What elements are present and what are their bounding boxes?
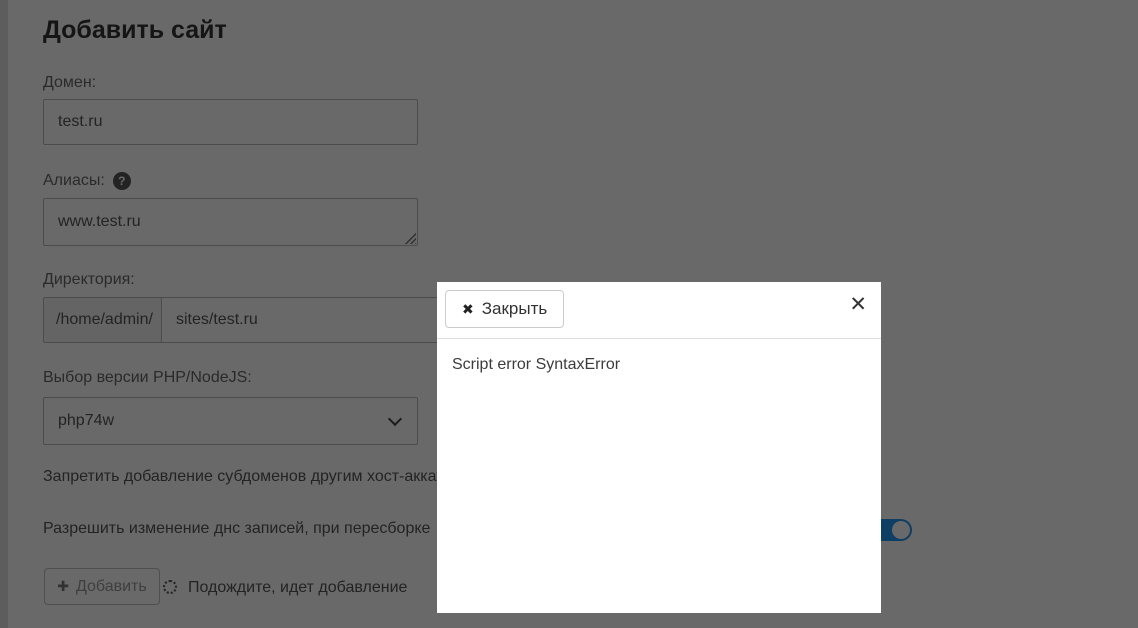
- modal-corner-close-icon[interactable]: ✕: [849, 294, 867, 315]
- modal-close-button-label: Закрыть: [481, 299, 548, 318]
- modal-body: Script error SyntaxError: [437, 339, 881, 391]
- close-x-icon: ✖: [462, 300, 474, 317]
- modal-close-button[interactable]: ✖ Закрыть: [445, 290, 565, 328]
- modal-header: ✖ Закрыть ✕: [437, 282, 881, 339]
- error-message: Script error SyntaxError: [452, 356, 621, 373]
- add-site-page: Добавить сайт Домен: Алиасы: ? www.test.…: [0, 0, 1138, 628]
- error-modal: ✖ Закрыть ✕ Script error SyntaxError: [437, 282, 881, 613]
